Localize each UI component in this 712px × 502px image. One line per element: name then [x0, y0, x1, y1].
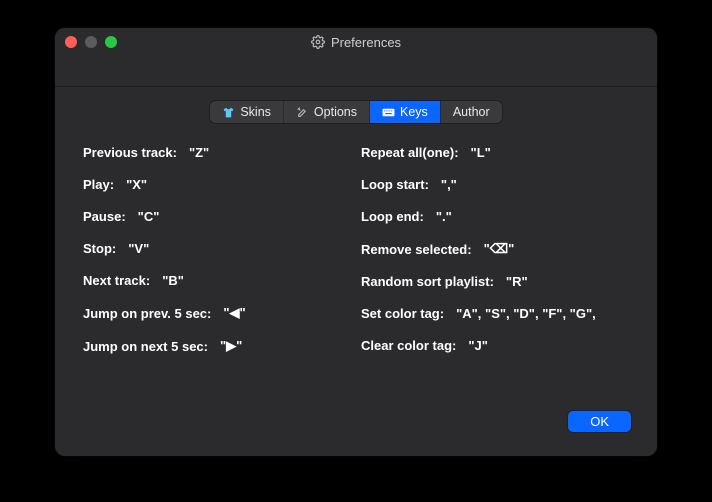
key-row: Remove selected "⌫"	[361, 241, 629, 257]
key-row: Repeat all(one) "L"	[361, 145, 629, 160]
key-label: Repeat all(one)	[361, 145, 459, 160]
tab-keys[interactable]: Keys	[370, 101, 441, 123]
close-window-button[interactable]	[65, 36, 77, 48]
key-value: "Z"	[189, 145, 209, 160]
window-controls	[65, 36, 117, 48]
tab-label: Options	[314, 105, 357, 119]
key-label: Pause	[83, 209, 126, 224]
key-label: Play	[83, 177, 114, 192]
key-row: Next track "B"	[83, 273, 351, 288]
key-value: "L"	[471, 145, 491, 160]
key-label: Jump on prev. 5 sec	[83, 306, 211, 321]
gear-icon	[311, 35, 325, 49]
keys-content: Previous track "Z" Play "X" Pause "C" Stop "…	[55, 123, 657, 411]
tab-skins[interactable]: Skins	[210, 101, 284, 123]
tab-label: Author	[453, 105, 490, 119]
key-row: Jump on prev. 5 sec "◀"	[83, 305, 351, 321]
key-label: Next track	[83, 273, 150, 288]
key-label: Jump on next 5 sec	[83, 339, 208, 354]
key-label: Previous track	[83, 145, 177, 160]
key-value: "C"	[138, 209, 160, 224]
minimize-window-button[interactable]	[85, 36, 97, 48]
keys-col-right: Repeat all(one) "L" Loop start "," Loop en…	[361, 145, 629, 411]
key-label: Stop	[83, 241, 116, 256]
window-title: Preferences	[331, 35, 401, 50]
key-row: Loop end "."	[361, 209, 629, 224]
key-value: "B"	[162, 273, 184, 288]
ok-button[interactable]: OK	[568, 411, 631, 432]
key-row: Set color tag "A", "S", "D", "F", "G",	[361, 306, 629, 321]
titlebar: Preferences	[55, 28, 657, 56]
tab-options[interactable]: Options	[284, 101, 370, 123]
key-row: Jump on next 5 sec "▶"	[83, 338, 351, 354]
footer: OK	[55, 411, 657, 456]
key-value: "V"	[128, 241, 149, 256]
tab-label: Keys	[400, 105, 428, 119]
key-row: Pause "C"	[83, 209, 351, 224]
tab-author[interactable]: Author	[441, 101, 502, 123]
key-row: Stop "V"	[83, 241, 351, 256]
key-row: Clear color tag "J"	[361, 338, 629, 353]
key-label: Loop start	[361, 177, 429, 192]
key-value: "J"	[468, 338, 488, 353]
keyboard-icon	[382, 106, 395, 119]
tools-icon	[296, 106, 309, 119]
key-row: Loop start ","	[361, 177, 629, 192]
key-row: Random sort playlist "R"	[361, 274, 629, 289]
key-value: "A", "S", "D", "F", "G",	[456, 306, 596, 321]
key-value: "R"	[506, 274, 528, 289]
key-row: Play "X"	[83, 177, 351, 192]
key-label: Remove selected	[361, 242, 472, 257]
preferences-window: Preferences Skins Options Keys	[55, 28, 657, 456]
key-value: "◀"	[223, 305, 245, 321]
key-value: "."	[436, 209, 452, 224]
key-label: Set color tag	[361, 306, 444, 321]
key-value: "⌫"	[484, 241, 515, 257]
key-value: "▶"	[220, 338, 242, 354]
key-value: ","	[441, 177, 457, 192]
tshirt-icon	[222, 106, 235, 119]
tab-bar: Skins Options Keys Author	[210, 101, 501, 123]
titlebar-separator	[55, 86, 657, 87]
key-value: "X"	[126, 177, 147, 192]
tab-label: Skins	[240, 105, 271, 119]
key-label: Loop end	[361, 209, 424, 224]
key-label: Clear color tag	[361, 338, 456, 353]
zoom-window-button[interactable]	[105, 36, 117, 48]
keys-col-left: Previous track "Z" Play "X" Pause "C" Stop "…	[83, 145, 351, 411]
key-label: Random sort playlist	[361, 274, 494, 289]
key-row: Previous track "Z"	[83, 145, 351, 160]
